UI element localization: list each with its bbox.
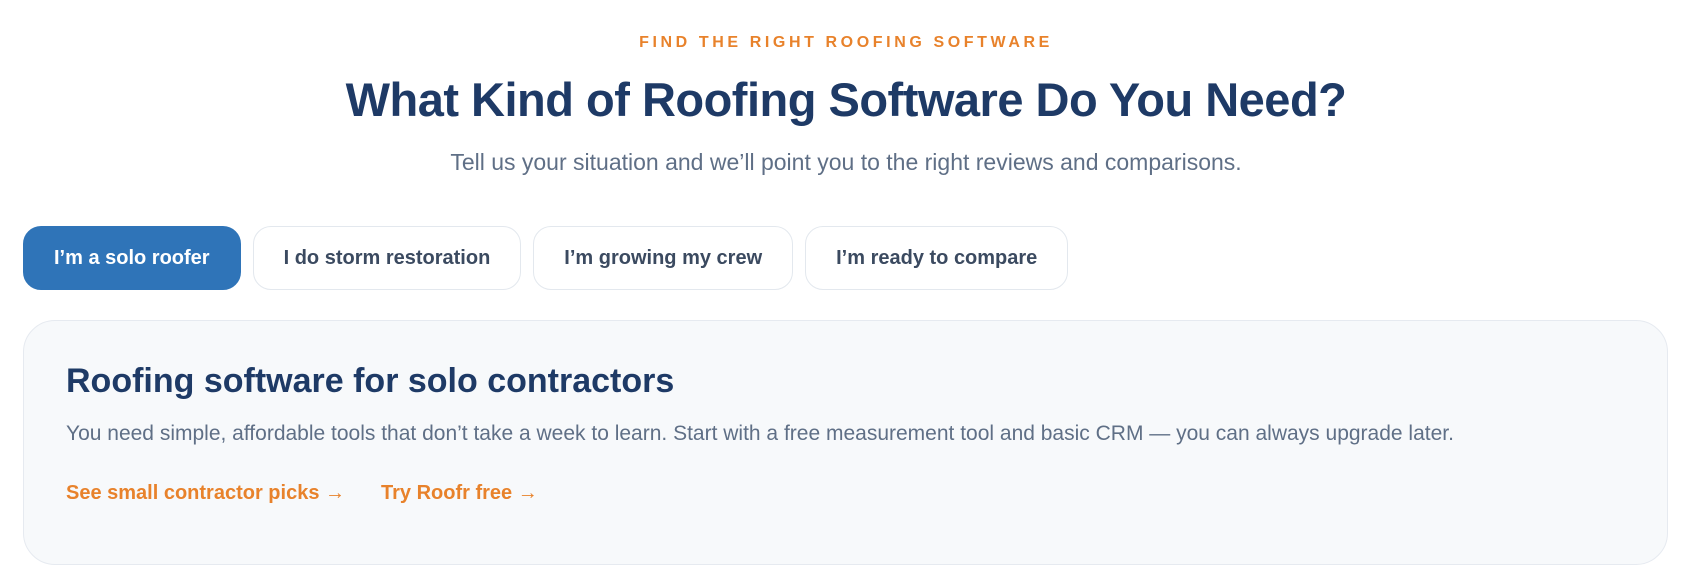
tab-storm-restoration[interactable]: I do storm restoration	[252, 226, 522, 290]
situation-tabs: I’m a solo roofer I do storm restoration…	[23, 226, 1069, 290]
tab-solo-roofer[interactable]: I’m a solo roofer	[23, 226, 241, 290]
page-title: What Kind of Roofing Software Do You Nee…	[345, 73, 1347, 126]
tab-growing-crew[interactable]: I’m growing my crew	[533, 226, 794, 290]
tab-panel: Roofing software for solo contractors Yo…	[23, 320, 1668, 565]
page-subtitle: Tell us your situation and we’ll point y…	[450, 149, 1242, 175]
panel-title: Roofing software for solo contractors	[66, 362, 675, 400]
page: FIND THE RIGHT ROOFING SOFTWARE What Kin…	[0, 0, 1692, 587]
panel-description: You need simple, affordable tools that d…	[66, 422, 1454, 446]
tab-ready-to-compare[interactable]: I’m ready to compare	[805, 226, 1069, 290]
try-roofr-free-link[interactable]: Try Roofr free →	[381, 482, 538, 505]
small-contractor-picks-link[interactable]: See small contractor picks →	[66, 482, 345, 505]
eyebrow-label: FIND THE RIGHT ROOFING SOFTWARE	[639, 34, 1053, 51]
panel-links: See small contractor picks → Try Roofr f…	[66, 482, 1625, 505]
